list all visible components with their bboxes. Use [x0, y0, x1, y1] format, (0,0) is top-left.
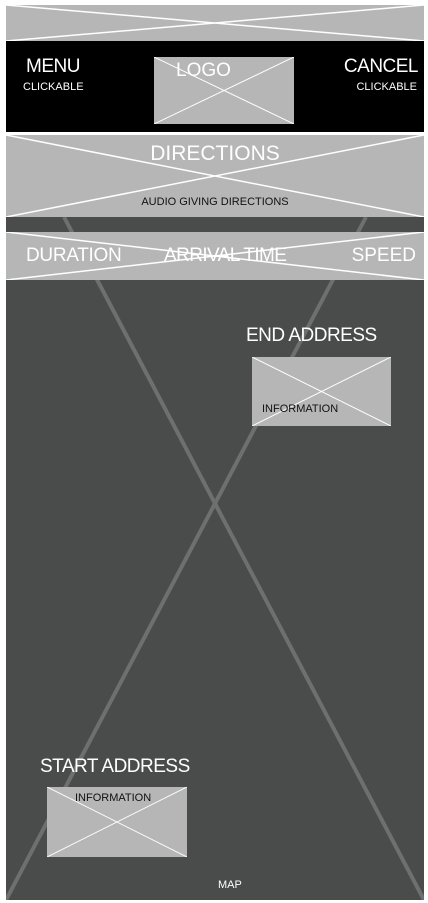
arrival-time-label: ARRIVAL TIME: [164, 245, 287, 266]
start-address-info: INFORMATION: [75, 792, 152, 804]
start-address-title: START ADDRESS: [40, 756, 190, 777]
start-address-info-box[interactable]: INFORMATION: [47, 787, 187, 857]
map-label: MAP: [218, 879, 242, 891]
end-address-title: END ADDRESS: [246, 325, 377, 346]
logo-label: LOGO: [176, 60, 231, 81]
end-address-info-box[interactable]: INFORMATION: [252, 357, 391, 426]
directions-panel: DIRECTIONS AUDIO GIVING DIRECTIONS: [6, 135, 424, 217]
cancel-clickable-note: CLICKABLE: [356, 81, 417, 93]
audio-directions-label: AUDIO GIVING DIRECTIONS: [141, 196, 289, 208]
menu-clickable-note: CLICKABLE: [23, 81, 84, 93]
phone-frame: MENU CLICKABLE LOGO CANCEL CLICKABLE DIR…: [6, 5, 424, 900]
cancel-button[interactable]: CANCEL CLICKABLE: [324, 41, 424, 132]
duration-label: DURATION: [26, 245, 122, 266]
cancel-label: CANCEL: [343, 56, 419, 77]
logo-placeholder: LOGO: [154, 57, 294, 124]
speed-label: SPEED: [351, 245, 416, 266]
directions-title: DIRECTIONS: [150, 142, 280, 165]
menu-label: MENU: [26, 56, 80, 77]
trip-stats-bar: DURATION ARRIVAL TIME SPEED: [6, 232, 424, 280]
header-bar: MENU CLICKABLE LOGO CANCEL CLICKABLE: [6, 41, 424, 132]
menu-button[interactable]: MENU CLICKABLE: [6, 41, 106, 132]
status-bar-placeholder: [6, 5, 424, 41]
end-address-info: INFORMATION: [262, 403, 339, 415]
